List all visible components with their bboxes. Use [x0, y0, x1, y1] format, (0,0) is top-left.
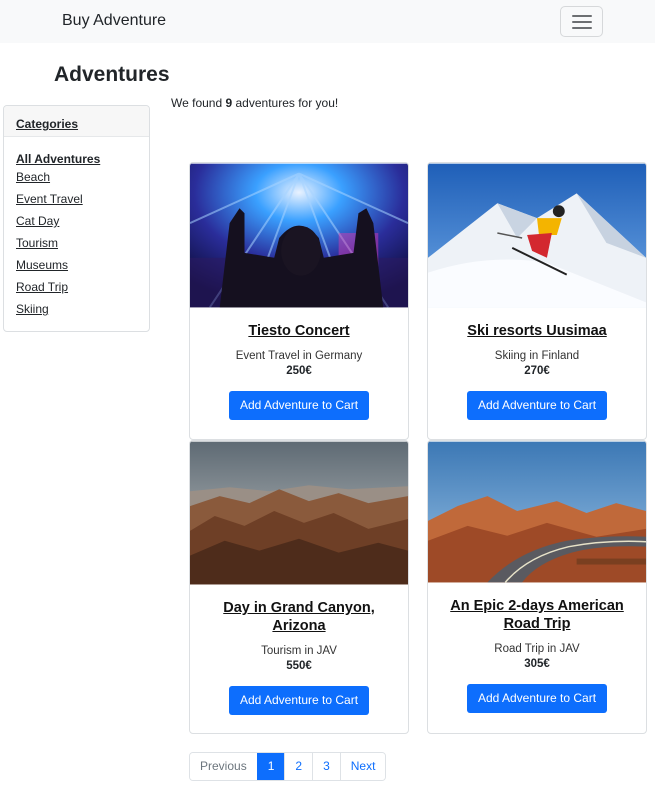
pagination-next[interactable]: Next [339, 753, 386, 780]
add-to-cart-button[interactable]: Add Adventure to Cart [229, 391, 369, 420]
card-subtitle: Event Travel in Germany [235, 350, 363, 362]
navbar-brand[interactable]: Buy Adventure [62, 12, 166, 30]
categories-title[interactable]: Categories [16, 117, 78, 131]
categories-header: Categories [4, 106, 149, 137]
adventure-card: Ski resorts Uusimaa Skiing in Finland 27… [427, 162, 647, 440]
adventure-card: An Epic 2-days American Road Trip Road T… [427, 440, 647, 734]
adventure-card: Tiesto Concert Event Travel in Germany 2… [189, 162, 409, 440]
pagination-page-3[interactable]: 3 [312, 753, 340, 780]
navbar: Buy Adventure [0, 0, 655, 43]
category-link-cat-day[interactable]: Cat Day [16, 214, 100, 236]
pagination-page-1[interactable]: 1 [256, 753, 285, 780]
pagination-previous[interactable]: Previous [190, 753, 257, 780]
pagination-page-2[interactable]: 2 [284, 753, 313, 780]
category-link-beach[interactable]: Beach [16, 170, 100, 192]
card-title-link[interactable]: Ski resorts Uusimaa [428, 322, 646, 340]
card-price: 305€ [524, 658, 550, 670]
category-list: All Adventures Beach Event Travel Cat Da… [16, 152, 100, 324]
card-price: 550€ [286, 660, 312, 672]
category-link-museums[interactable]: Museums [16, 258, 100, 280]
desert-road-photo [428, 441, 646, 583]
page-title: Adventures [54, 63, 170, 86]
card-title-link[interactable]: Day in Grand Canyon, Arizona [190, 599, 408, 635]
add-to-cart-button[interactable]: Add Adventure to Cart [467, 684, 607, 713]
category-link-skiing[interactable]: Skiing [16, 302, 100, 324]
categories-sidebar: Categories All Adventures Beach Event Tr… [3, 105, 150, 332]
card-subtitle: Tourism in JAV [261, 645, 337, 657]
pagination: Previous 1 2 3 Next [189, 752, 387, 781]
concert-photo [190, 163, 408, 308]
skier-photo [428, 163, 646, 308]
card-price: 250€ [286, 365, 312, 377]
card-body: Tiesto Concert Event Travel in Germany 2… [190, 308, 408, 420]
card-body: An Epic 2-days American Road Trip Road T… [428, 583, 646, 713]
card-title-link[interactable]: Tiesto Concert [190, 322, 408, 340]
add-to-cart-button[interactable]: Add Adventure to Cart [467, 391, 607, 420]
card-title-link[interactable]: An Epic 2-days American Road Trip [428, 597, 646, 633]
card-subtitle: Road Trip in JAV [494, 643, 580, 655]
card-body: Day in Grand Canyon, Arizona Tourism in … [190, 585, 408, 715]
canyon-photo [190, 441, 408, 585]
results-count-text: We found 9 adventures for you! [171, 96, 339, 110]
navbar-toggler-button[interactable] [560, 6, 603, 37]
adventure-card: Day in Grand Canyon, Arizona Tourism in … [189, 440, 409, 734]
card-body: Ski resorts Uusimaa Skiing in Finland 27… [428, 308, 646, 420]
category-link-tourism[interactable]: Tourism [16, 236, 100, 258]
card-subtitle: Skiing in Finland [494, 350, 580, 362]
hamburger-icon [572, 15, 592, 17]
add-to-cart-button[interactable]: Add Adventure to Cart [229, 686, 369, 715]
category-link-road-trip[interactable]: Road Trip [16, 280, 100, 302]
card-price: 270€ [524, 365, 550, 377]
category-link-all[interactable]: All Adventures [16, 152, 100, 170]
category-link-event-travel[interactable]: Event Travel [16, 192, 100, 214]
